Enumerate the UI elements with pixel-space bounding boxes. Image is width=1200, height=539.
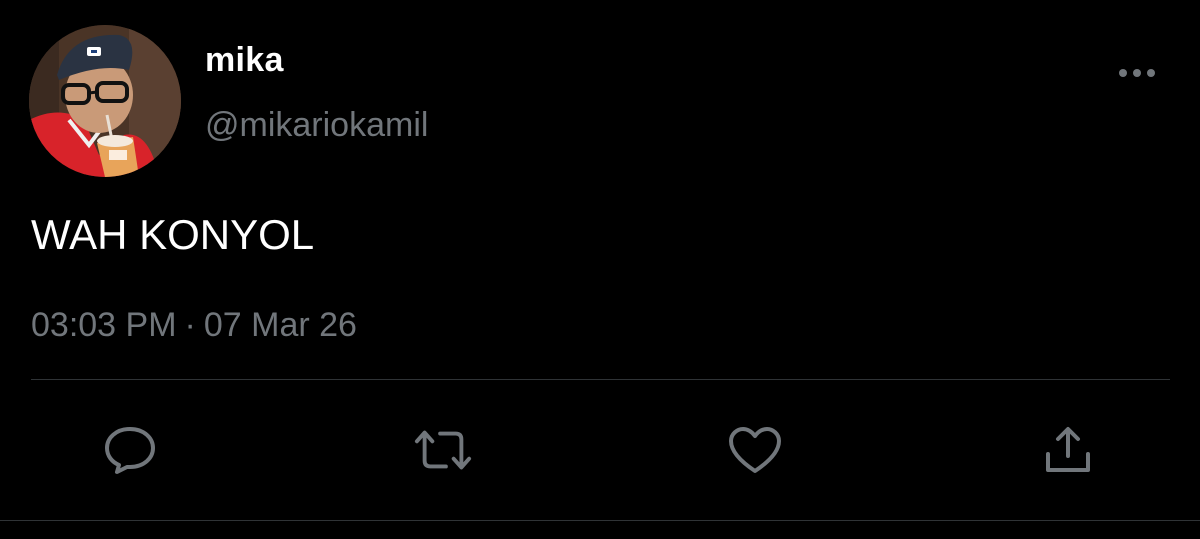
- bottom-divider: [0, 520, 1200, 521]
- more-options-button[interactable]: [1112, 56, 1162, 90]
- more-dots-icon: [1119, 69, 1155, 77]
- retweet-icon: [414, 430, 472, 470]
- tweet-text: WAH KONYOL: [31, 211, 315, 258]
- tweet-time: 03:03 PM: [31, 306, 177, 344]
- divider: [31, 379, 1170, 380]
- meta-separator: ·: [184, 306, 196, 344]
- reply-button[interactable]: [100, 420, 160, 480]
- share-icon: [1046, 427, 1090, 472]
- tweet-detail: mika @mikariokamil WAH KONYOL 03:03 PM · 0…: [0, 0, 1200, 539]
- avatar[interactable]: [29, 25, 181, 177]
- share-button[interactable]: [1038, 420, 1098, 480]
- retweet-button[interactable]: [413, 420, 473, 480]
- like-button[interactable]: [725, 420, 785, 480]
- tweet-date: 07 Mar 26: [203, 306, 357, 344]
- profile-photo: [29, 25, 181, 177]
- user-handle[interactable]: @mikariokamil: [205, 105, 428, 145]
- heart-icon: [729, 427, 781, 473]
- display-name[interactable]: mika: [205, 40, 284, 80]
- reply-icon: [105, 427, 155, 474]
- tweet-timestamp[interactable]: 03:03 PM · 07 Mar 26: [31, 305, 357, 345]
